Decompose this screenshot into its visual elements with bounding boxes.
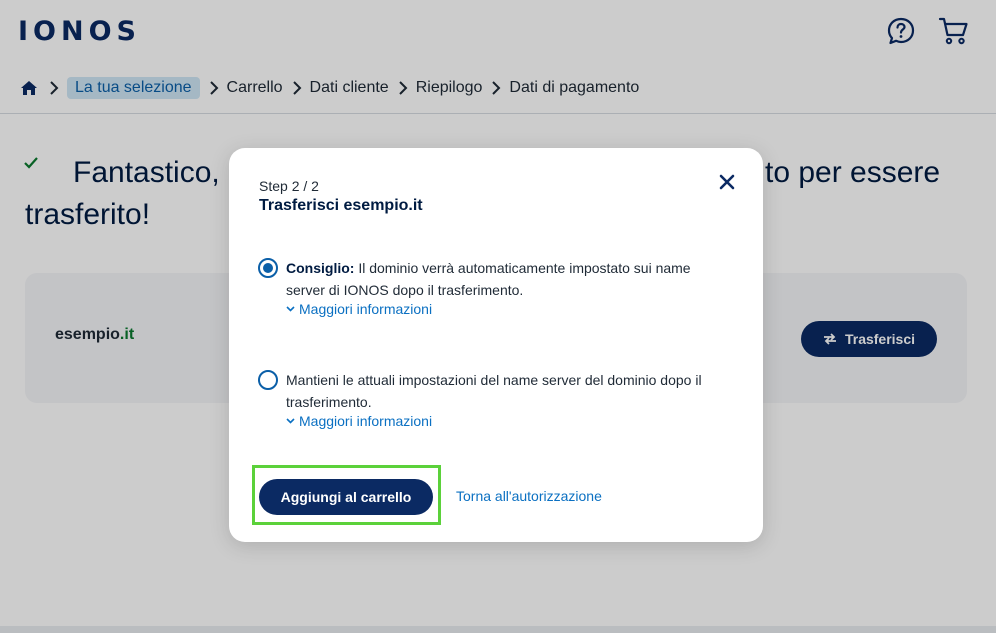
dialog-title: Trasferisci esempio.it — [259, 197, 423, 214]
chevron-down-icon — [286, 418, 295, 424]
close-icon[interactable] — [718, 173, 736, 191]
more-info-link[interactable]: Maggiori informazioni — [286, 413, 432, 429]
back-to-authorization-link[interactable]: Torna all'autorizzazione — [456, 488, 602, 504]
add-to-cart-button[interactable]: Aggiungi al carrello — [259, 479, 433, 515]
more-info-link[interactable]: Maggiori informazioni — [286, 301, 432, 317]
radio-keep-nameserver[interactable] — [258, 370, 278, 390]
chevron-down-icon — [286, 306, 295, 312]
radio-ionos-nameserver[interactable] — [258, 258, 278, 278]
step-indicator: Step 2 / 2 — [259, 178, 319, 194]
option-text: Consiglio: Il dominio verrà automaticame… — [286, 260, 691, 298]
transfer-dialog: Step 2 / 2 Trasferisci esempio.it Consig… — [229, 148, 763, 542]
option-text: Mantieni le attuali impostazioni del nam… — [286, 372, 702, 410]
